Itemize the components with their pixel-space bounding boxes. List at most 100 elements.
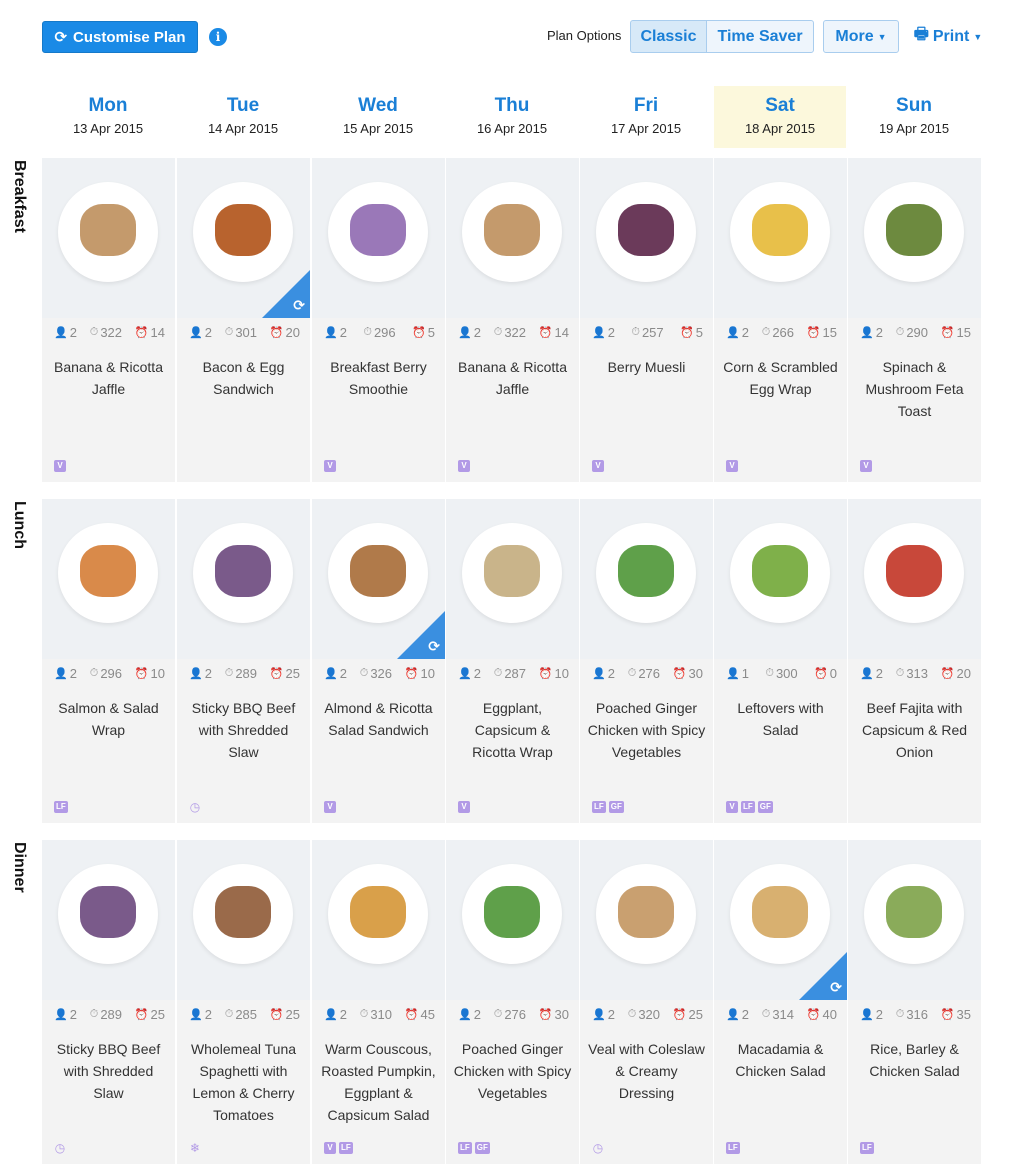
meal-title[interactable]: Berry Muesli (586, 356, 707, 378)
meal-photo[interactable]: ⟳ (312, 499, 445, 659)
meal-title[interactable]: Rice, Barley & Chicken Salad (854, 1038, 975, 1082)
day-date: 18 Apr 2015 (744, 121, 816, 136)
diet-tag: GF (474, 1142, 490, 1154)
meal-title[interactable]: Leftovers with Salad (720, 697, 841, 741)
stat-value: 326 (370, 665, 393, 681)
meal-card[interactable]: 👤 2 ⏱ 310 ⏰ 45 Warm Couscous, Roasted Pumpkin,… (312, 840, 445, 1164)
meal-title[interactable]: Macadamia & Chicken Salad (720, 1038, 841, 1082)
meal-photo[interactable] (848, 840, 981, 1000)
swap-icon[interactable]: ⟳ (428, 638, 440, 655)
meal-photo[interactable] (446, 158, 579, 318)
meal-card[interactable]: ⟳ 👤 2 ⏱ 314 ⏰ 40 Macadamia & Chicken Salad LF (714, 840, 847, 1164)
swap-icon[interactable]: ⟳ (830, 979, 842, 996)
meal-card[interactable]: 👤 2 ⏱ 296 ⏰ 5 Breakfast Berry Smoothie V (312, 158, 445, 482)
meal-card[interactable]: 👤 2 ⏱ 289 ⏰ 25 Sticky BBQ Beef with Shredded S… (177, 499, 310, 823)
food-image (618, 204, 674, 256)
meal-title[interactable]: Almond & Ricotta Salad Sandwich (318, 697, 439, 741)
meal-card[interactable]: 👤 2 ⏱ 296 ⏰ 10 Salmon & Salad Wrap LF (42, 499, 175, 823)
stat-value: 290 (906, 324, 929, 340)
meal-card[interactable]: 👤 2 ⏱ 287 ⏰ 10 Eggplant, Capsicum & Ricotta Wr… (446, 499, 579, 823)
diet-tags: ❄ (189, 1142, 201, 1154)
stat-time: ⏰ 25 (270, 1004, 300, 1024)
stat-value: 14 (554, 324, 569, 340)
meal-title[interactable]: Spinach & Mushroom Feta Toast (854, 356, 975, 422)
meal-card[interactable]: 👤 2 ⏱ 289 ⏰ 25 Sticky BBQ Beef with Shredded S… (42, 840, 175, 1164)
meal-card[interactable]: 👤 2 ⏱ 276 ⏰ 30 Poached Ginger Chicken with Spi… (580, 499, 713, 823)
meal-title[interactable]: Warm Couscous, Roasted Pumpkin, Eggplant… (318, 1038, 439, 1126)
diet-tags: V (458, 801, 470, 813)
day-date: 14 Apr 2015 (207, 121, 279, 136)
meal-card[interactable]: 👤 2 ⏱ 290 ⏰ 15 Spinach & Mushroom Feta Toast V (848, 158, 981, 482)
meal-photo[interactable] (446, 499, 579, 659)
meal-card[interactable]: 👤 2 ⏱ 285 ⏰ 25 Wholemeal Tuna Spaghetti with L… (177, 840, 310, 1164)
meal-stats: 👤 2 ⏱ 296 ⏰ 10 (42, 663, 175, 683)
meal-card[interactable]: 👤 1 ⏱ 300 ⏰ 0 Leftovers with Salad V LF GF (714, 499, 847, 823)
meal-card[interactable]: 👤 2 ⏱ 266 ⏰ 15 Corn & Scrambled Egg Wrap V (714, 158, 847, 482)
plan-options-label: Plan Options (547, 28, 622, 43)
meal-photo[interactable]: ⟳ (714, 840, 847, 1000)
meal-card[interactable]: 👤 2 ⏱ 322 ⏰ 14 Banana & Ricotta Jaffle V (42, 158, 175, 482)
stat-serves: 👤 2 (458, 1004, 481, 1024)
meal-title[interactable]: Salmon & Salad Wrap (48, 697, 169, 741)
stat-value: 1 (741, 665, 749, 681)
customise-plan-button[interactable]: ⟳ Customise Plan (42, 21, 198, 53)
meal-title[interactable]: Veal with Coleslaw & Creamy Dressing (586, 1038, 707, 1104)
day-header-wed: Wed 15 Apr 2015 (312, 86, 444, 148)
meal-photo[interactable] (312, 840, 445, 1000)
meal-photo[interactable] (580, 158, 713, 318)
meal-photo[interactable] (848, 158, 981, 318)
meal-card[interactable]: 👤 2 ⏱ 257 ⏰ 5 Berry Muesli V (580, 158, 713, 482)
diet-tag: V (458, 460, 470, 472)
meal-photo[interactable] (714, 158, 847, 318)
meal-photo[interactable] (312, 158, 445, 318)
more-dropdown-button[interactable]: More ▼ (823, 20, 899, 53)
stat-time: ⏰ 45 (405, 1004, 435, 1024)
meal-title[interactable]: Bacon & Egg Sandwich (183, 356, 304, 400)
info-icon[interactable]: i (209, 28, 227, 46)
meal-stats: 👤 2 ⏱ 326 ⏰ 10 (312, 663, 445, 683)
classic-option-button[interactable]: Classic (630, 20, 707, 53)
swap-icon[interactable]: ⟳ (293, 297, 305, 314)
food-image (350, 886, 406, 938)
meal-title[interactable]: Poached Ginger Chicken with Spicy Vegeta… (452, 1038, 573, 1104)
meal-title[interactable]: Beef Fajita with Capsicum & Red Onion (854, 697, 975, 763)
meal-title[interactable]: Wholemeal Tuna Spaghetti with Lemon & Ch… (183, 1038, 304, 1126)
time-saver-option-button[interactable]: Time Saver (706, 20, 814, 53)
stat-value: 2 (875, 324, 883, 340)
meal-title[interactable]: Banana & Ricotta Jaffle (48, 356, 169, 400)
meal-photo[interactable] (446, 840, 579, 1000)
meal-photo[interactable] (42, 499, 175, 659)
meal-card[interactable]: 👤 2 ⏱ 276 ⏰ 30 Poached Ginger Chicken with Spi… (446, 840, 579, 1164)
stat-time: ⏰ 25 (673, 1004, 703, 1024)
meal-card[interactable]: 👤 2 ⏱ 316 ⏰ 35 Rice, Barley & Chicken Salad LF (848, 840, 981, 1164)
meal-card[interactable]: ⟳ 👤 2 ⏱ 326 ⏰ 10 Almond & Ricotta Salad Sandwic… (312, 499, 445, 823)
meal-title[interactable]: Eggplant, Capsicum & Ricotta Wrap (452, 697, 573, 763)
meal-photo[interactable] (714, 499, 847, 659)
meal-card[interactable]: 👤 2 ⏱ 322 ⏰ 14 Banana & Ricotta Jaffle V (446, 158, 579, 482)
calories-icon: ⏱ (224, 325, 234, 338)
meal-photo[interactable] (177, 499, 310, 659)
print-dropdown-button[interactable]: 🖶 Print ▼ (910, 20, 986, 53)
stat-cal: ⏱ 322 (90, 322, 122, 342)
meal-title[interactable]: Sticky BBQ Beef with Shredded Slaw (48, 1038, 169, 1104)
meal-photo[interactable] (42, 840, 175, 1000)
meal-photo[interactable]: ⟳ (177, 158, 310, 318)
meal-photo[interactable] (177, 840, 310, 1000)
meal-card[interactable]: 👤 2 ⏱ 320 ⏰ 25 Veal with Coleslaw & Creamy Dre… (580, 840, 713, 1164)
meal-title[interactable]: Poached Ginger Chicken with Spicy Vegeta… (586, 697, 707, 763)
meal-photo[interactable] (848, 499, 981, 659)
calories-icon: ⏱ (359, 1007, 369, 1020)
time-icon: ⏰ (538, 667, 553, 680)
meal-card[interactable]: ⟳ 👤 2 ⏱ 301 ⏰ 20 Bacon & Egg Sandwich (177, 158, 310, 482)
meal-title[interactable]: Breakfast Berry Smoothie (318, 356, 439, 400)
stat-serves: 👤 2 (324, 663, 347, 683)
meal-stats: 👤 2 ⏱ 313 ⏰ 20 (848, 663, 981, 683)
meal-card[interactable]: 👤 2 ⏱ 313 ⏰ 20 Beef Fajita with Capsicum & Red… (848, 499, 981, 823)
meal-title[interactable]: Corn & Scrambled Egg Wrap (720, 356, 841, 400)
meal-photo[interactable] (580, 499, 713, 659)
meal-photo[interactable] (580, 840, 713, 1000)
meal-photo[interactable] (42, 158, 175, 318)
meal-title[interactable]: Banana & Ricotta Jaffle (452, 356, 573, 400)
diet-tags: V (324, 801, 336, 813)
meal-title[interactable]: Sticky BBQ Beef with Shredded Slaw (183, 697, 304, 763)
